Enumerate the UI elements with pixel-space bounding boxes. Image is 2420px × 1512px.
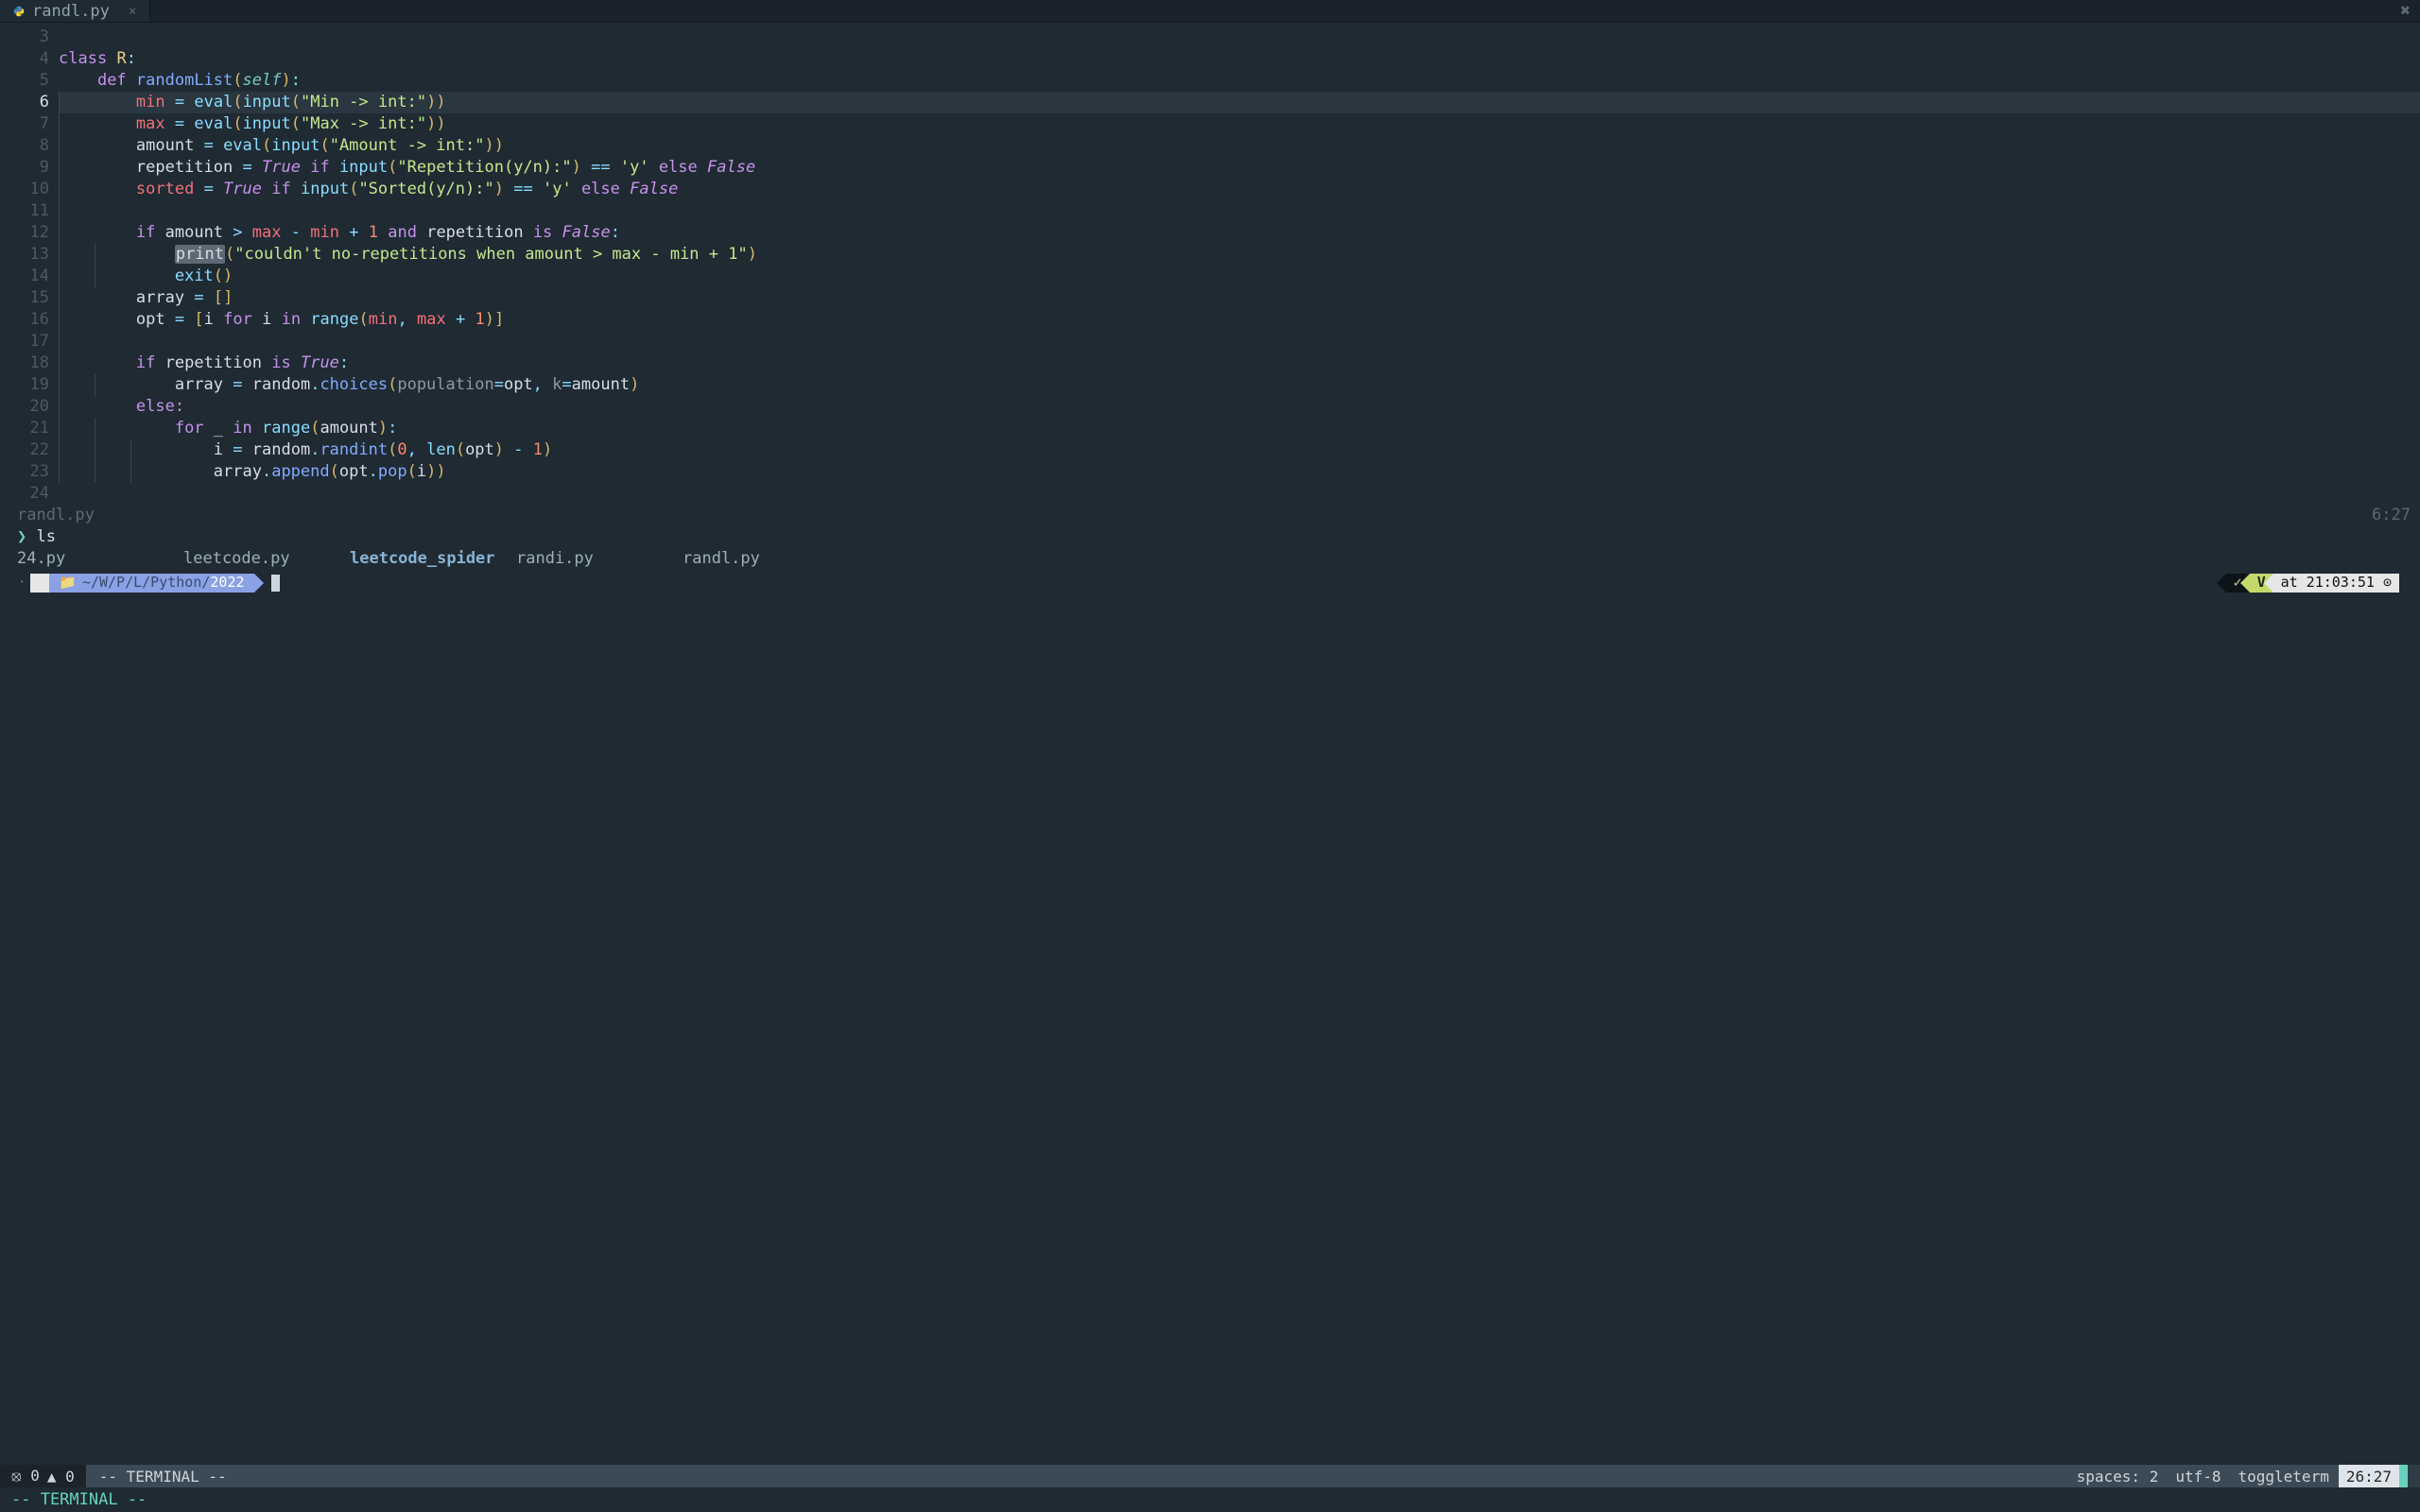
status-mode: -- TERMINAL -- [86,1468,240,1486]
shell-prompt: · 📁 ~/W/P/L/Python/2022 ✓ V at 21:03:51 … [17,572,2403,593]
ls-output: 24.pyleetcode.pyleetcode_spiderrandi.pyr… [17,548,2403,570]
buffer-cursor-pos: 6:27 [2372,505,2411,526]
tab-filename: randl.py [32,2,110,21]
command-line[interactable]: -- TERMINAL -- [0,1487,2420,1512]
terminal-pane[interactable]: ❯ ls 24.pyleetcode.pyleetcode_spiderrand… [0,526,2420,1465]
editor-pane[interactable]: 3456789101112131415161718192021222324 cl… [0,23,2420,505]
prompt-os-segment [30,574,49,593]
terminal-command: ls [37,527,56,546]
terminal-prompt-line: ❯ ls [17,526,2403,548]
code-area[interactable]: class R: def randomList(self): min = eva… [59,26,2420,505]
terminal-cursor [271,575,280,592]
status-cursor-pos: 26:27 [2339,1465,2399,1487]
buffer-footer: randl.py 6:27 [0,505,2420,526]
error-count: 0 [11,1467,40,1486]
status-progress [2399,1465,2420,1487]
tab-randl[interactable]: randl.py × [0,0,150,22]
status-encoding: utf-8 [2175,1468,2221,1486]
prompt-path-segment: 📁 ~/W/P/L/Python/2022 [49,574,253,593]
python-icon [13,6,25,17]
diagnostics[interactable]: 0 0 [0,1465,86,1487]
buffer-name: randl.py [17,505,95,526]
status-indent: spaces: 2 [2077,1468,2159,1486]
tab-bar: randl.py × ✖ [0,0,2420,23]
prompt-caret-icon: ❯ [17,527,26,546]
prompt-time-segment: at 21:03:51 ⊙ [2273,574,2399,593]
line-number-gutter: 3456789101112131415161718192021222324 [0,26,59,505]
status-bar: 0 0 -- TERMINAL -- spaces: 2 utf-8 toggl… [0,1465,2420,1487]
status-filetype: toggleterm [2238,1468,2329,1486]
tab-close-icon[interactable]: × [117,4,136,19]
warning-count: 0 [47,1468,75,1486]
window-close-icon[interactable]: ✖ [2400,1,2411,21]
